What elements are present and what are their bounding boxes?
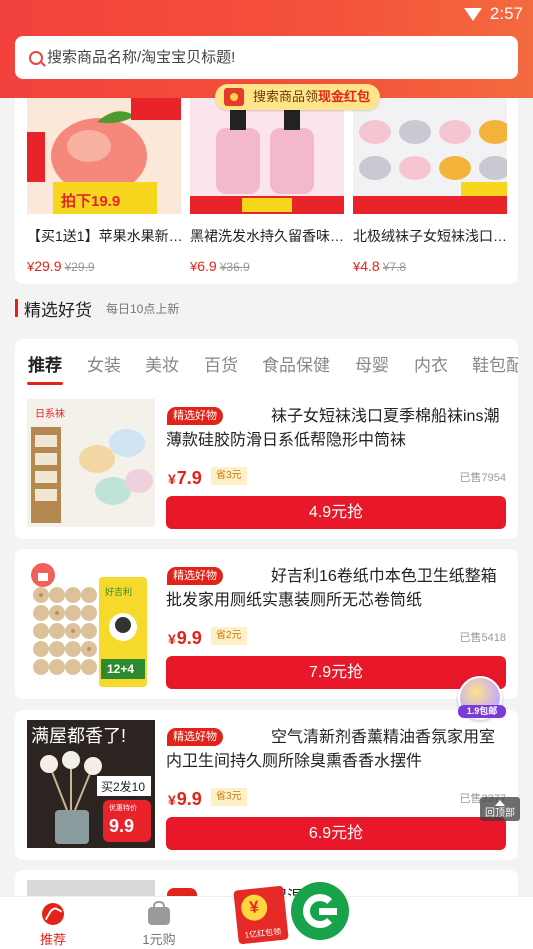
product-name: 空气清新剂香薰精油香氛家用室内卫生间持久厕所除臭熏香香水摆件: [166, 729, 496, 770]
red-packet-banner[interactable]: 搜索商品领现金红包: [215, 84, 381, 110]
hot-product-2[interactable]: 黑裙洗发水持久留香味… ¥6.9 ¥36.9: [190, 98, 344, 274]
hot-product-price: ¥6.9 ¥36.9: [190, 258, 250, 274]
search-icon: [29, 50, 43, 65]
search-input[interactable]: [47, 49, 487, 66]
nav-label: 1元购: [142, 932, 176, 947]
grab-button[interactable]: 7.9元抢: [166, 656, 506, 689]
grab-button[interactable]: 6.9元抢: [166, 817, 506, 850]
socks-product-image: 日系袜: [27, 399, 155, 527]
fragrance-offer: 买2发10: [101, 779, 145, 794]
socks-image-label: 日系袜: [35, 407, 65, 420]
red-packet-highlight: 现金红包: [318, 89, 371, 104]
section-subtitle: 每日10点上新: [106, 301, 180, 316]
product-price: ¥9.9: [168, 628, 202, 648]
status-time: 2:57: [489, 4, 523, 23]
hot-product-1[interactable]: 拍下19.9 【买1送1】苹果水果新… ¥29.9 ¥29.9: [27, 98, 183, 274]
product-card[interactable]: 日系袜 精选好物 袜子女短袜浅口夏季棉船袜ins潮薄款硅胶防滑日系低帮隐形中筒袜…: [15, 389, 518, 539]
grab-button[interactable]: 4.9元抢: [166, 496, 506, 529]
tab-food-health[interactable]: 食品保健: [262, 351, 330, 376]
product-name: 好吉利16卷纸巾本色卫生纸整箱批发家用厕纸实惠装厕所无芯卷筒纸: [166, 568, 497, 609]
fragrance-price-label: 优惠特价: [109, 803, 137, 812]
coupon-badge: 省2元: [211, 627, 247, 645]
hot-products-card: 拍下19.9 【买1送1】苹果水果新… ¥29.9 ¥29.9 黑裙洗发水持久留香…: [15, 98, 518, 284]
active-tab-indicator: [27, 382, 63, 385]
fragrance-price: 9.9: [109, 816, 134, 836]
tab-general[interactable]: 百货: [204, 351, 238, 376]
search-bar[interactable]: [15, 36, 518, 79]
hot-product-price: ¥29.9 ¥29.9: [27, 258, 95, 274]
shampoo-bottles-image: [190, 98, 344, 214]
fragrance-headline: 满屋都香了!: [31, 726, 126, 746]
product-price: ¥9.9: [168, 789, 202, 809]
app-logo-icon[interactable]: [291, 882, 349, 940]
sold-count: 已售5418: [459, 632, 506, 644]
tab-shoes-bags[interactable]: 鞋包配: [472, 351, 518, 376]
red-packet-icon: [224, 88, 244, 106]
wifi-icon: [463, 7, 482, 21]
nav-one-yuan[interactable]: 1元购: [129, 901, 189, 948]
tissue-pack-count: 12+4: [107, 662, 134, 676]
hot-product-title: 黑裙洗发水持久留香味…: [190, 228, 344, 244]
tab-women[interactable]: 女装: [87, 351, 121, 376]
free-shipping-badge[interactable]: 1.9包邮: [458, 676, 506, 720]
section-title: 精选好货: [24, 300, 92, 320]
category-tabs: 推荐 女装 美妆 百货 食品保健 母婴 内衣 鞋包配: [15, 339, 518, 389]
sold-count: 已售7954: [459, 472, 506, 484]
socks-image: [353, 98, 507, 214]
bag-icon: [148, 901, 170, 925]
tab-beauty[interactable]: 美妆: [145, 351, 179, 376]
section-marker: [15, 299, 18, 317]
tab-baby[interactable]: 母婴: [355, 351, 389, 376]
tissue-product-image: 12+4 好吉利: [27, 559, 155, 687]
hot-product-price: ¥4.8 ¥7.8: [353, 258, 407, 274]
red-packet-text: 搜索商品领: [253, 89, 319, 104]
section-header: 精选好货 每日10点上新: [15, 298, 180, 320]
product-card[interactable]: 满屋都香了! 买2发10 优惠特价 9.9 精选好物 空气清新剂香薰精油香氛家用…: [15, 710, 518, 860]
back-to-top-button[interactable]: 回顶部: [480, 797, 520, 821]
product-card[interactable]: 12+4 好吉利 精选好物 好吉利16卷纸巾本色卫生纸整箱批发家用厕纸实惠装厕所…: [15, 549, 518, 699]
free-shipping-label: 1.9包邮: [458, 705, 506, 718]
coupon-badge: 省3元: [211, 467, 247, 485]
feather-icon: [42, 903, 64, 925]
hot-product-title: 【买1送1】苹果水果新…: [27, 228, 183, 244]
peach-fruit-image: 拍下19.9: [27, 98, 181, 214]
product-price: ¥7.9: [168, 468, 202, 488]
nav-recommend[interactable]: 推荐: [23, 901, 83, 948]
tab-recommend[interactable]: 推荐: [28, 351, 62, 376]
coupon-badge: 省3元: [211, 788, 247, 806]
status-bar: 2:57: [463, 4, 523, 24]
tab-underwear[interactable]: 内衣: [414, 351, 448, 376]
svg-text:拍下19.9: 拍下19.9: [61, 192, 120, 210]
hot-product-title: 北极绒袜子女短袜浅口…: [353, 228, 507, 244]
red-envelope-label: 1亿红包领: [244, 927, 282, 940]
nav-label: 推荐: [39, 932, 66, 947]
red-envelope-promo[interactable]: 1亿红包领: [233, 885, 289, 945]
tissue-brand: 好吉利: [105, 586, 132, 597]
fragrance-product-image: 满屋都香了! 买2发10 优惠特价 9.9: [27, 720, 155, 848]
hot-product-3[interactable]: 北极绒袜子女短袜浅口… ¥4.8 ¥7.8: [353, 98, 507, 274]
product-name: 袜子女短袜浅口夏季棉船袜ins潮薄款硅胶防滑日系低帮隐形中筒袜: [166, 408, 500, 449]
